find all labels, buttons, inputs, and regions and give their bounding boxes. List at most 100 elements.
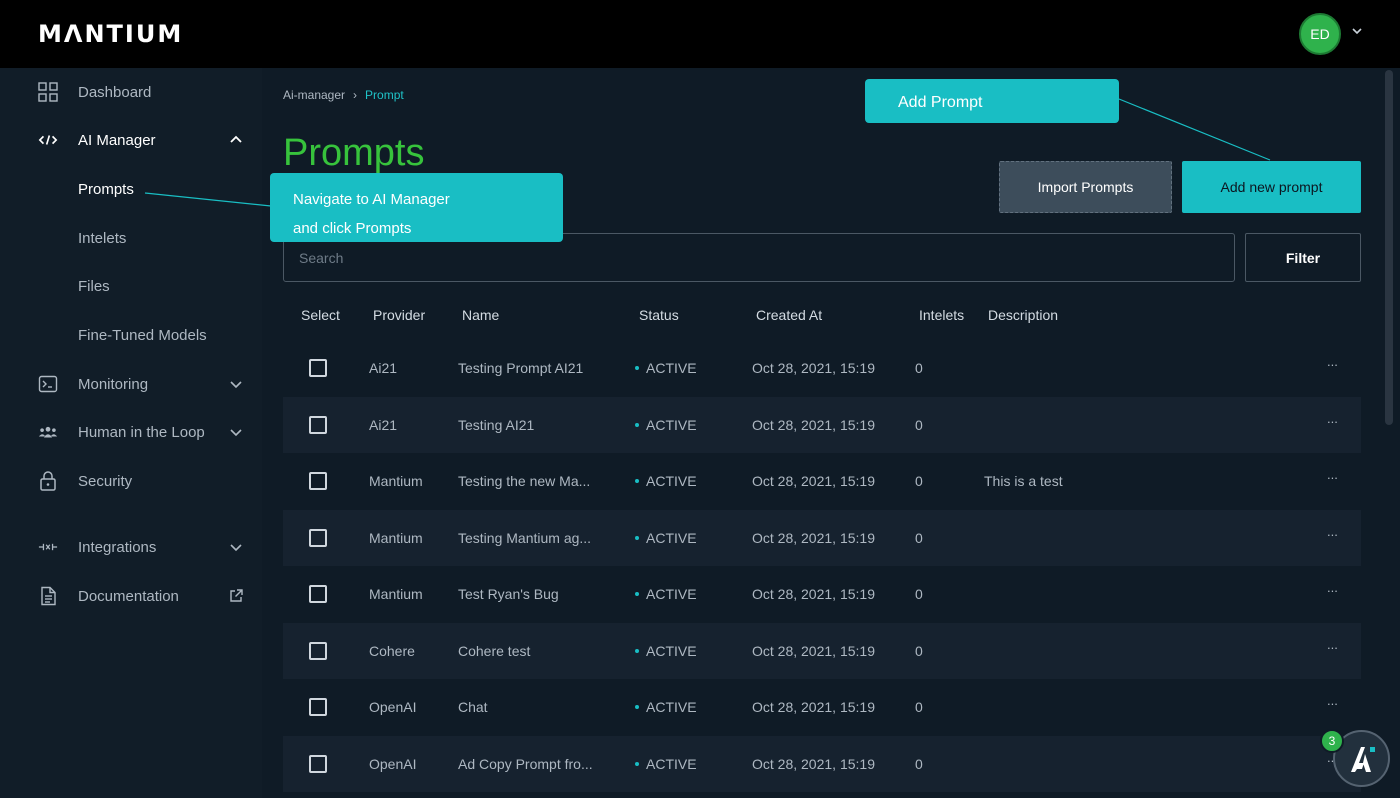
user-avatar[interactable]: ED (1299, 13, 1341, 55)
filter-button[interactable]: Filter (1245, 233, 1361, 282)
row-checkbox[interactable] (309, 416, 327, 434)
status-cell: ACTIVE (635, 679, 697, 735)
status-text: ACTIVE (646, 756, 697, 772)
chevron-up-icon[interactable] (228, 132, 244, 148)
table-row[interactable]: Mantium Test Ryan's Bug ACTIVE Oct 28, 2… (283, 566, 1361, 622)
created-at-cell: Oct 28, 2021, 15:19 (752, 586, 875, 602)
navigate-callout-line1: Navigate to AI Manager (293, 191, 450, 208)
column-header-intelets[interactable]: Intelets (919, 307, 964, 323)
row-checkbox[interactable] (309, 529, 327, 547)
sidebar-subitem-prompts[interactable]: Prompts (78, 181, 134, 198)
sidebar-item-human-in-the-loop[interactable]: Human in the Loop (0, 412, 262, 452)
scrollbar-thumb[interactable] (1385, 70, 1393, 425)
column-header-name[interactable]: Name (462, 307, 499, 323)
row-more-menu[interactable]: ... (1327, 354, 1338, 369)
code-icon (38, 130, 58, 150)
breadcrumb-parent[interactable]: Ai-manager (283, 88, 345, 102)
sidebar-item-label: AI Manager (78, 131, 156, 149)
sidebar-item-label: Documentation (78, 587, 179, 605)
breadcrumb: Ai-manager › Prompt (283, 88, 404, 102)
sidebar-item-ai-manager[interactable]: AI Manager (0, 120, 262, 160)
description-cell: This is a test (984, 473, 1063, 489)
intelets-cell: 0 (915, 699, 923, 715)
row-checkbox[interactable] (309, 585, 327, 603)
leader-line-add-prompt (1118, 98, 1271, 161)
row-checkbox[interactable] (309, 698, 327, 716)
table-row[interactable]: OpenAI Chat ACTIVE Oct 28, 2021, 15:19 0… (283, 679, 1361, 735)
row-more-menu[interactable]: ... (1327, 637, 1338, 652)
column-header-description[interactable]: Description (988, 307, 1058, 323)
name-cell[interactable]: Ad Copy Prompt fro... (458, 736, 593, 792)
sidebar-subitem-intelets[interactable]: Intelets (78, 230, 126, 247)
row-checkbox[interactable] (309, 755, 327, 773)
add-new-prompt-button[interactable]: Add new prompt (1182, 161, 1361, 213)
sidebar-item-label: Monitoring (78, 375, 149, 393)
mantium-logo[interactable]: MΛNTIUM (38, 20, 183, 48)
row-more-menu[interactable]: ... (1327, 693, 1338, 708)
lock-icon (38, 471, 58, 491)
breadcrumb-current: Prompt (365, 88, 404, 102)
table-row[interactable]: Mantium Testing Mantium ag... ACTIVE Oct… (283, 510, 1361, 566)
row-checkbox[interactable] (309, 642, 327, 660)
navigate-callout: Navigate to AI Manager and click Prompts (270, 173, 563, 242)
sidebar-item-label: Human in the Loop (78, 423, 205, 441)
chevron-down-icon[interactable] (1350, 24, 1364, 38)
sidebar-item-dashboard[interactable]: Dashboard (0, 72, 262, 112)
created-at-cell: Oct 28, 2021, 15:19 (752, 417, 875, 433)
intelets-cell: 0 (915, 530, 923, 546)
name-cell[interactable]: Testing AI21 (458, 397, 534, 453)
sidebar-subitem-fine-tuned-models[interactable]: Fine-Tuned Models (78, 327, 207, 344)
chevron-down-icon[interactable] (228, 424, 244, 440)
row-more-menu[interactable]: ... (1327, 467, 1338, 482)
intelets-cell: 0 (915, 756, 923, 772)
terminal-icon (38, 374, 58, 394)
row-more-menu[interactable]: ... (1327, 580, 1338, 595)
status-dot-icon (635, 536, 639, 540)
chevron-down-icon[interactable] (228, 539, 244, 555)
row-checkbox[interactable] (309, 472, 327, 490)
sidebar-subitem-files[interactable]: Files (78, 278, 110, 295)
table-row[interactable]: Mantium Testing the new Ma... ACTIVE Oct… (283, 453, 1361, 509)
breadcrumb-separator: › (353, 88, 358, 102)
navigate-callout-line2: and click Prompts (293, 220, 412, 237)
row-checkbox[interactable] (309, 359, 327, 377)
name-cell[interactable]: Testing Prompt AI21 (458, 340, 583, 396)
document-icon (38, 586, 58, 606)
import-prompts-button[interactable]: Import Prompts (999, 161, 1172, 213)
table-row[interactable]: Cohere Cohere test ACTIVE Oct 28, 2021, … (283, 623, 1361, 679)
external-link-icon[interactable] (228, 588, 244, 604)
sidebar-item-integrations[interactable]: Integrations (0, 527, 262, 567)
column-header-status[interactable]: Status (639, 307, 679, 323)
status-cell: ACTIVE (635, 623, 697, 679)
created-at-cell: Oct 28, 2021, 15:19 (752, 360, 875, 376)
sidebar-item-monitoring[interactable]: Monitoring (0, 364, 262, 404)
name-cell[interactable]: Testing Mantium ag... (458, 510, 591, 566)
table-row[interactable]: Ai21 Testing AI21 ACTIVE Oct 28, 2021, 1… (283, 397, 1361, 453)
provider-cell: OpenAI (369, 699, 417, 715)
status-text: ACTIVE (646, 643, 697, 659)
name-cell[interactable]: Chat (458, 679, 488, 735)
provider-cell: Ai21 (369, 360, 398, 376)
row-more-menu[interactable]: ... (1327, 524, 1338, 539)
sidebar-item-documentation[interactable]: Documentation (0, 576, 262, 616)
status-text: ACTIVE (646, 417, 697, 433)
intelets-cell: 0 (915, 586, 923, 602)
table-row[interactable]: OpenAI Ad Copy Prompt fro... ACTIVE Oct … (283, 736, 1361, 792)
intelets-cell: 0 (915, 360, 923, 376)
column-header-provider[interactable]: Provider (373, 307, 425, 323)
name-cell[interactable]: Cohere test (458, 623, 530, 679)
chevron-down-icon[interactable] (228, 376, 244, 392)
provider-cell: Mantium (369, 473, 423, 489)
status-text: ACTIVE (646, 530, 697, 546)
status-text: ACTIVE (646, 699, 697, 715)
status-cell: ACTIVE (635, 510, 697, 566)
column-header-select: Select (301, 307, 340, 323)
status-text: ACTIVE (646, 586, 697, 602)
name-cell[interactable]: Test Ryan's Bug (458, 566, 559, 622)
column-header-created-at[interactable]: Created At (756, 307, 822, 323)
sidebar-item-security[interactable]: Security (0, 461, 262, 501)
name-cell[interactable]: Testing the new Ma... (458, 453, 590, 509)
status-cell: ACTIVE (635, 566, 697, 622)
row-more-menu[interactable]: ... (1327, 411, 1338, 426)
table-row[interactable]: Ai21 Testing Prompt AI21 ACTIVE Oct 28, … (283, 340, 1361, 396)
